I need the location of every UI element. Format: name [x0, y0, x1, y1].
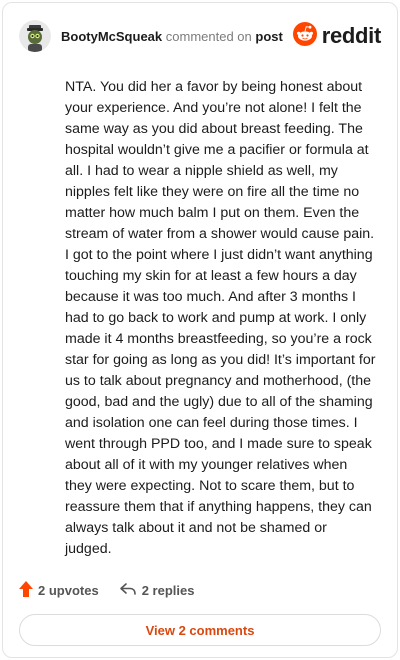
avatar[interactable]	[19, 20, 51, 52]
upvote-button[interactable]: 2 upvotes	[19, 580, 99, 600]
username-link[interactable]: BootyMcSqueak	[61, 29, 162, 44]
comment-header: BootyMcSqueak commented on post reddit	[19, 19, 381, 53]
reply-count: 2 replies	[141, 582, 195, 598]
comment-meta: BootyMcSqueak commented on post	[61, 29, 283, 44]
action-text: commented on	[165, 28, 252, 44]
reddit-logo-icon	[292, 21, 317, 51]
post-link[interactable]: post	[255, 29, 282, 44]
comment-actions: 2 upvotes 2 replies	[19, 579, 194, 601]
view-comments-button[interactable]: View 2 comments	[19, 614, 381, 646]
upvote-arrow-icon	[19, 580, 38, 600]
upvote-count: 2 upvotes	[38, 582, 99, 598]
reddit-brand[interactable]: reddit	[292, 21, 382, 51]
replies-button[interactable]: 2 replies	[119, 582, 195, 599]
reply-icon	[119, 582, 142, 599]
reddit-wordmark: reddit	[321, 23, 382, 48]
comment-card: BootyMcSqueak commented on post reddit N…	[2, 2, 398, 658]
comment-body: NTA. You did her a favor by being honest…	[65, 79, 376, 557]
